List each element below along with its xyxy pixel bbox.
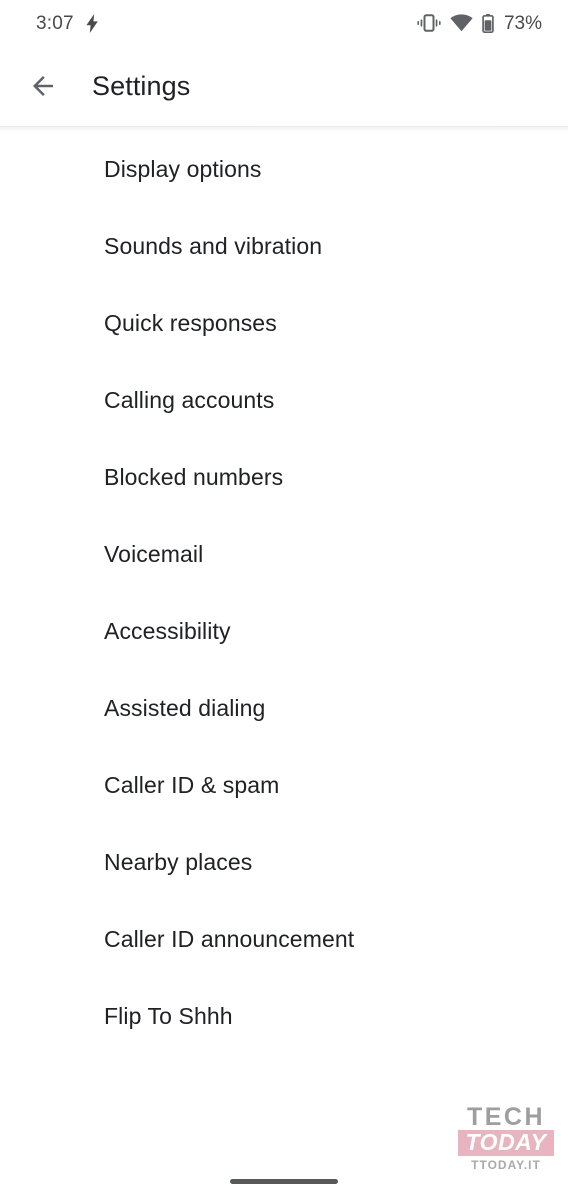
- list-item-quick-responses[interactable]: Quick responses: [0, 285, 568, 362]
- list-item-label: Voicemail: [104, 541, 204, 567]
- list-item-label: Nearby places: [104, 849, 253, 875]
- watermark-tech-text: TECH: [466, 1103, 546, 1131]
- lightning-bolt-icon: [86, 13, 99, 33]
- arrow-left-icon: [28, 71, 58, 101]
- list-item-caller-id-and-spam[interactable]: Caller ID & spam: [0, 747, 568, 824]
- battery-icon: [482, 13, 494, 33]
- gesture-nav-bar: [0, 1170, 568, 1200]
- status-time: 3:07: [36, 12, 74, 34]
- list-item-caller-id-announcement[interactable]: Caller ID announcement: [0, 901, 568, 978]
- status-bar: 3:07 73%: [0, 0, 568, 46]
- status-bar-left: 3:07: [36, 12, 99, 34]
- list-item-accessibility[interactable]: Accessibility: [0, 593, 568, 670]
- list-item-label: Accessibility: [104, 618, 231, 644]
- watermark-today-text: TODAY: [458, 1129, 554, 1156]
- list-item-label: Blocked numbers: [104, 464, 284, 490]
- list-item-label: Quick responses: [104, 310, 277, 336]
- vibrate-icon: [417, 14, 441, 32]
- list-item-label: Caller ID announcement: [104, 926, 355, 952]
- list-item-blocked-numbers[interactable]: Blocked numbers: [0, 439, 568, 516]
- settings-list: Display options Sounds and vibration Qui…: [0, 131, 568, 1055]
- status-bar-right: 73%: [417, 12, 542, 34]
- list-item-label: Calling accounts: [104, 387, 275, 413]
- list-item-label: Sounds and vibration: [104, 233, 323, 259]
- page-title: Settings: [92, 70, 191, 101]
- list-item-voicemail[interactable]: Voicemail: [0, 516, 568, 593]
- back-button[interactable]: [15, 58, 71, 114]
- list-item-flip-to-shhh[interactable]: Flip To Shhh: [0, 978, 568, 1055]
- home-indicator[interactable]: [230, 1178, 338, 1184]
- list-item-label: Assisted dialing: [104, 695, 266, 721]
- list-item-display-options[interactable]: Display options: [0, 131, 568, 208]
- list-item-label: Flip To Shhh: [104, 1003, 233, 1029]
- watermark: TECH TODAY TTODAY.IT: [458, 1104, 554, 1174]
- wifi-icon: [450, 14, 473, 32]
- list-item-assisted-dialing[interactable]: Assisted dialing: [0, 670, 568, 747]
- app-bar: Settings: [0, 46, 568, 126]
- list-item-calling-accounts[interactable]: Calling accounts: [0, 362, 568, 439]
- list-item-label: Display options: [104, 156, 262, 182]
- battery-percent: 73%: [503, 12, 542, 34]
- list-item-sounds-and-vibration[interactable]: Sounds and vibration: [0, 208, 568, 285]
- list-item-label: Caller ID & spam: [104, 772, 280, 798]
- list-item-nearby-places[interactable]: Nearby places: [0, 824, 568, 901]
